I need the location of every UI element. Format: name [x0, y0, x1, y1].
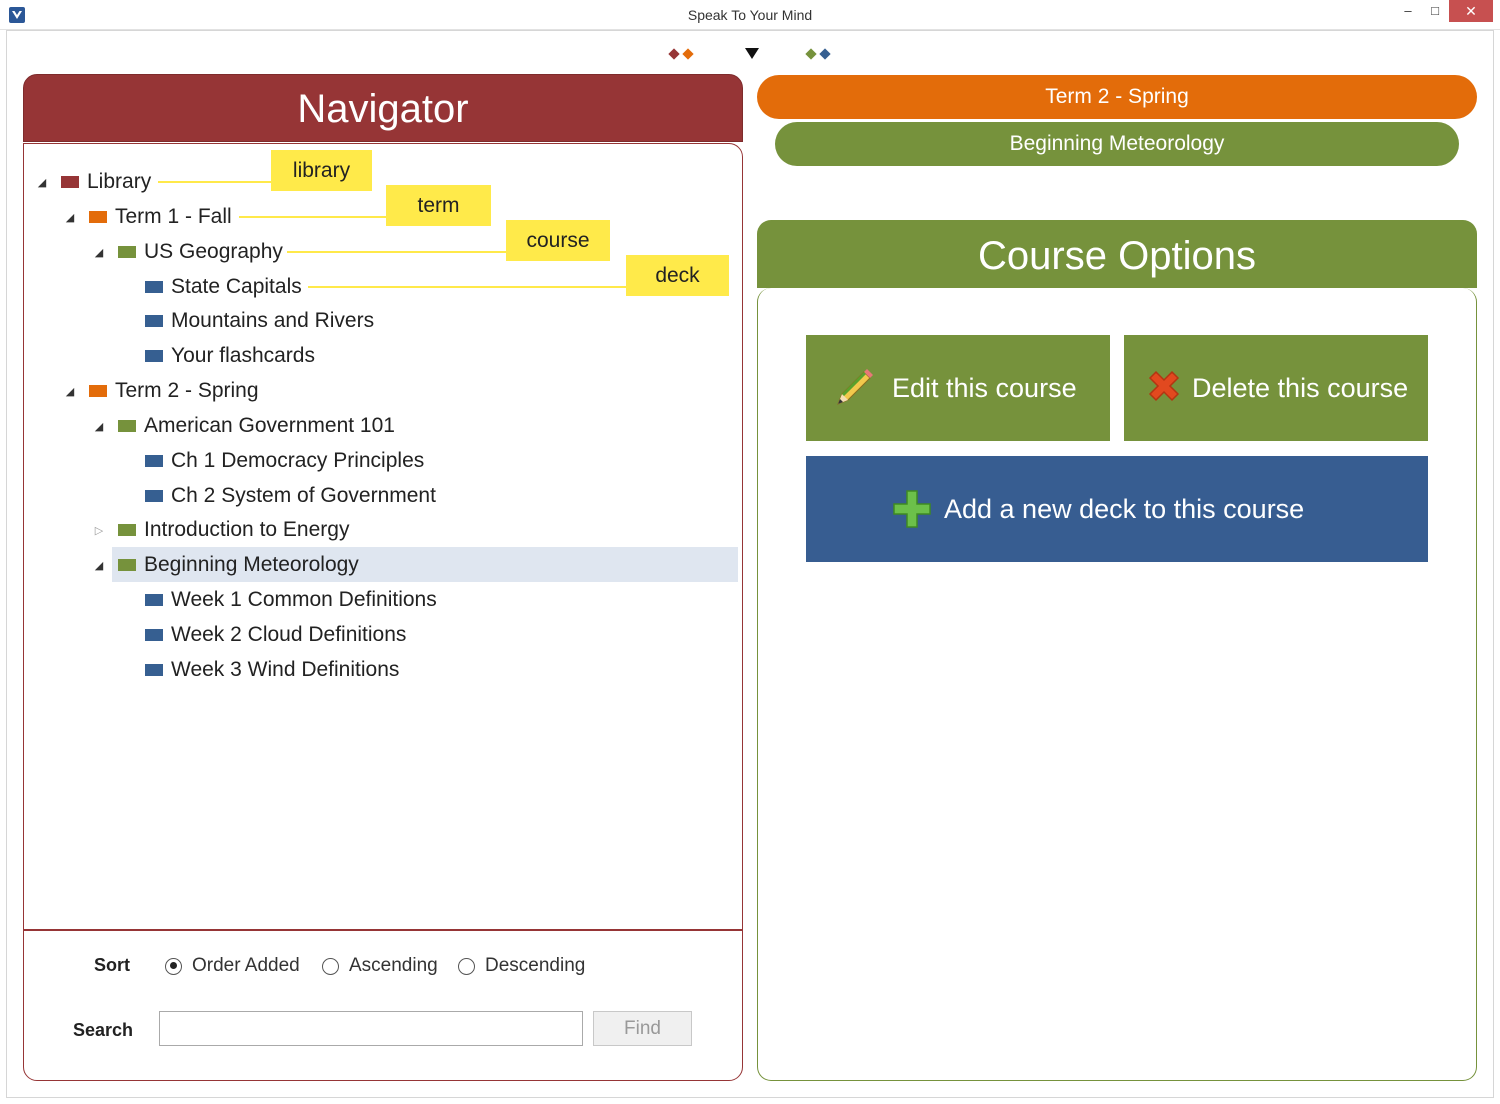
tree-item-course[interactable]: ◢ American Government 101 — [92, 409, 395, 443]
tree-item-deck[interactable]: Week 2 Cloud Definitions — [145, 618, 406, 652]
radio-label: Descending — [485, 955, 586, 976]
delete-course-button[interactable]: Delete this course — [1124, 335, 1428, 441]
expander-icon[interactable]: ◢ — [92, 246, 106, 259]
tree-item-label: Ch 2 System of Government — [171, 484, 436, 507]
search-label: Search — [73, 1020, 134, 1040]
title-bar: Speak To Your Mind – □ ✕ — [0, 0, 1500, 30]
course-square-icon — [118, 559, 136, 571]
tree-item-deck[interactable]: Ch 2 System of Government — [145, 479, 436, 513]
tree-item-label: Term 1 - Fall — [115, 205, 232, 228]
green-plus-icon — [888, 485, 936, 533]
tree-item-label: Beginning Meteorology — [144, 553, 359, 576]
tree-item-deck[interactable]: Ch 1 Democracy Principles — [145, 444, 424, 478]
course-square-icon — [118, 246, 136, 258]
tree-item-deck[interactable]: Week 1 Common Definitions — [145, 583, 437, 617]
tree-item-label: State Capitals — [171, 275, 302, 298]
deck-square-icon — [145, 594, 163, 606]
delete-course-label: Delete this course — [1192, 372, 1409, 403]
navigator-divider — [24, 929, 742, 931]
sort-ascending-radio[interactable]: Ascending — [322, 955, 438, 977]
search-input[interactable] — [159, 1011, 583, 1046]
callout-term: term — [386, 185, 491, 226]
tree-item-course-selected[interactable]: ◢ Beginning Meteorology — [92, 548, 359, 582]
tree-item-library[interactable]: ◢ Library — [35, 165, 151, 199]
deck-square-icon — [145, 281, 163, 293]
deck-square-icon — [145, 350, 163, 362]
radio-label: Order Added — [192, 955, 300, 976]
term-breadcrumb[interactable]: Term 2 - Spring — [757, 75, 1477, 119]
tree-item-label: Ch 1 Democracy Principles — [171, 449, 425, 472]
tree-item-course[interactable]: ◢ US Geography — [92, 235, 283, 269]
radio-unselected-icon[interactable] — [458, 957, 475, 975]
sort-order-added-radio[interactable]: Order Added — [165, 955, 300, 977]
sort-descending-radio[interactable]: Descending — [458, 955, 585, 977]
deck-square-icon — [145, 315, 163, 327]
find-button[interactable]: Find — [593, 1011, 692, 1046]
tree-item-label: American Government 101 — [144, 414, 395, 437]
add-deck-button[interactable]: Add a new deck to this course — [806, 456, 1428, 562]
minimize-button[interactable]: – — [1393, 0, 1423, 22]
close-button[interactable]: ✕ — [1449, 0, 1493, 22]
callout-line-term — [239, 216, 386, 218]
sort-label: Sort — [94, 955, 130, 975]
deck-square-icon — [145, 490, 163, 502]
edit-course-label: Edit this course — [892, 372, 1077, 403]
expander-icon[interactable]: ▷ — [92, 524, 106, 537]
maximize-button[interactable]: □ — [1420, 0, 1450, 22]
callout-line-course — [287, 251, 506, 253]
edit-course-button[interactable]: Edit this course — [806, 335, 1110, 441]
tree-item-term[interactable]: ◢ Term 2 - Spring — [63, 374, 259, 408]
tree-item-course[interactable]: ▷ Introduction to Energy — [92, 513, 350, 547]
deck-square-icon — [145, 455, 163, 467]
course-square-icon — [118, 524, 136, 536]
tree-item-deck[interactable]: Week 3 Wind Definitions — [145, 653, 399, 687]
term-square-icon — [89, 385, 107, 397]
red-x-icon — [1140, 364, 1188, 412]
callout-deck: deck — [626, 255, 729, 296]
window-title: Speak To Your Mind — [687, 7, 813, 23]
tree-item-label: Your flashcards — [171, 344, 315, 367]
tree-item-deck[interactable]: Mountains and Rivers — [145, 304, 374, 338]
deck-square-icon — [145, 664, 163, 676]
expander-icon[interactable]: ◢ — [92, 420, 106, 433]
navigator-header: Navigator — [23, 74, 743, 142]
course-square-icon — [118, 420, 136, 432]
tree-item-deck[interactable]: State Capitals — [145, 270, 302, 304]
radio-label: Ascending — [349, 955, 438, 976]
tree-item-label: Term 2 - Spring — [115, 379, 259, 402]
tree-item-label: Mountains and Rivers — [171, 309, 375, 332]
tree-item-term[interactable]: ◢ Term 1 - Fall — [63, 200, 232, 234]
layout-dropdown-arrow-icon[interactable] — [745, 48, 759, 59]
library-square-icon — [61, 176, 79, 188]
tree-item-label: Introduction to Energy — [144, 518, 350, 541]
expander-icon[interactable]: ◢ — [92, 559, 106, 572]
expander-icon[interactable]: ◢ — [35, 176, 49, 189]
tree-item-label: Week 1 Common Definitions — [171, 588, 437, 611]
course-options-title: Course Options — [978, 234, 1256, 278]
expander-icon[interactable]: ◢ — [63, 385, 77, 398]
callout-library: library — [271, 150, 372, 191]
deck-square-icon — [145, 629, 163, 641]
callout-course: course — [506, 220, 610, 261]
callout-line-library — [158, 181, 271, 183]
course-options-header: Course Options — [757, 220, 1477, 288]
tree-item-deck[interactable]: Your flashcards — [145, 339, 315, 373]
navigator-title: Navigator — [297, 87, 469, 131]
expander-icon[interactable]: ◢ — [63, 211, 77, 224]
tree-item-label: Week 2 Cloud Definitions — [171, 623, 407, 646]
tree-item-label: US Geography — [144, 240, 283, 263]
tree-item-label: Week 3 Wind Definitions — [171, 658, 400, 681]
tree-item-label: Library — [87, 170, 152, 193]
course-breadcrumb[interactable]: Beginning Meteorology — [775, 122, 1459, 166]
callout-line-deck — [308, 286, 626, 288]
term-square-icon — [89, 211, 107, 223]
pencil-icon — [830, 364, 878, 412]
add-deck-label: Add a new deck to this course — [944, 493, 1305, 524]
radio-unselected-icon[interactable] — [322, 957, 339, 975]
radio-selected-icon[interactable] — [165, 957, 182, 975]
